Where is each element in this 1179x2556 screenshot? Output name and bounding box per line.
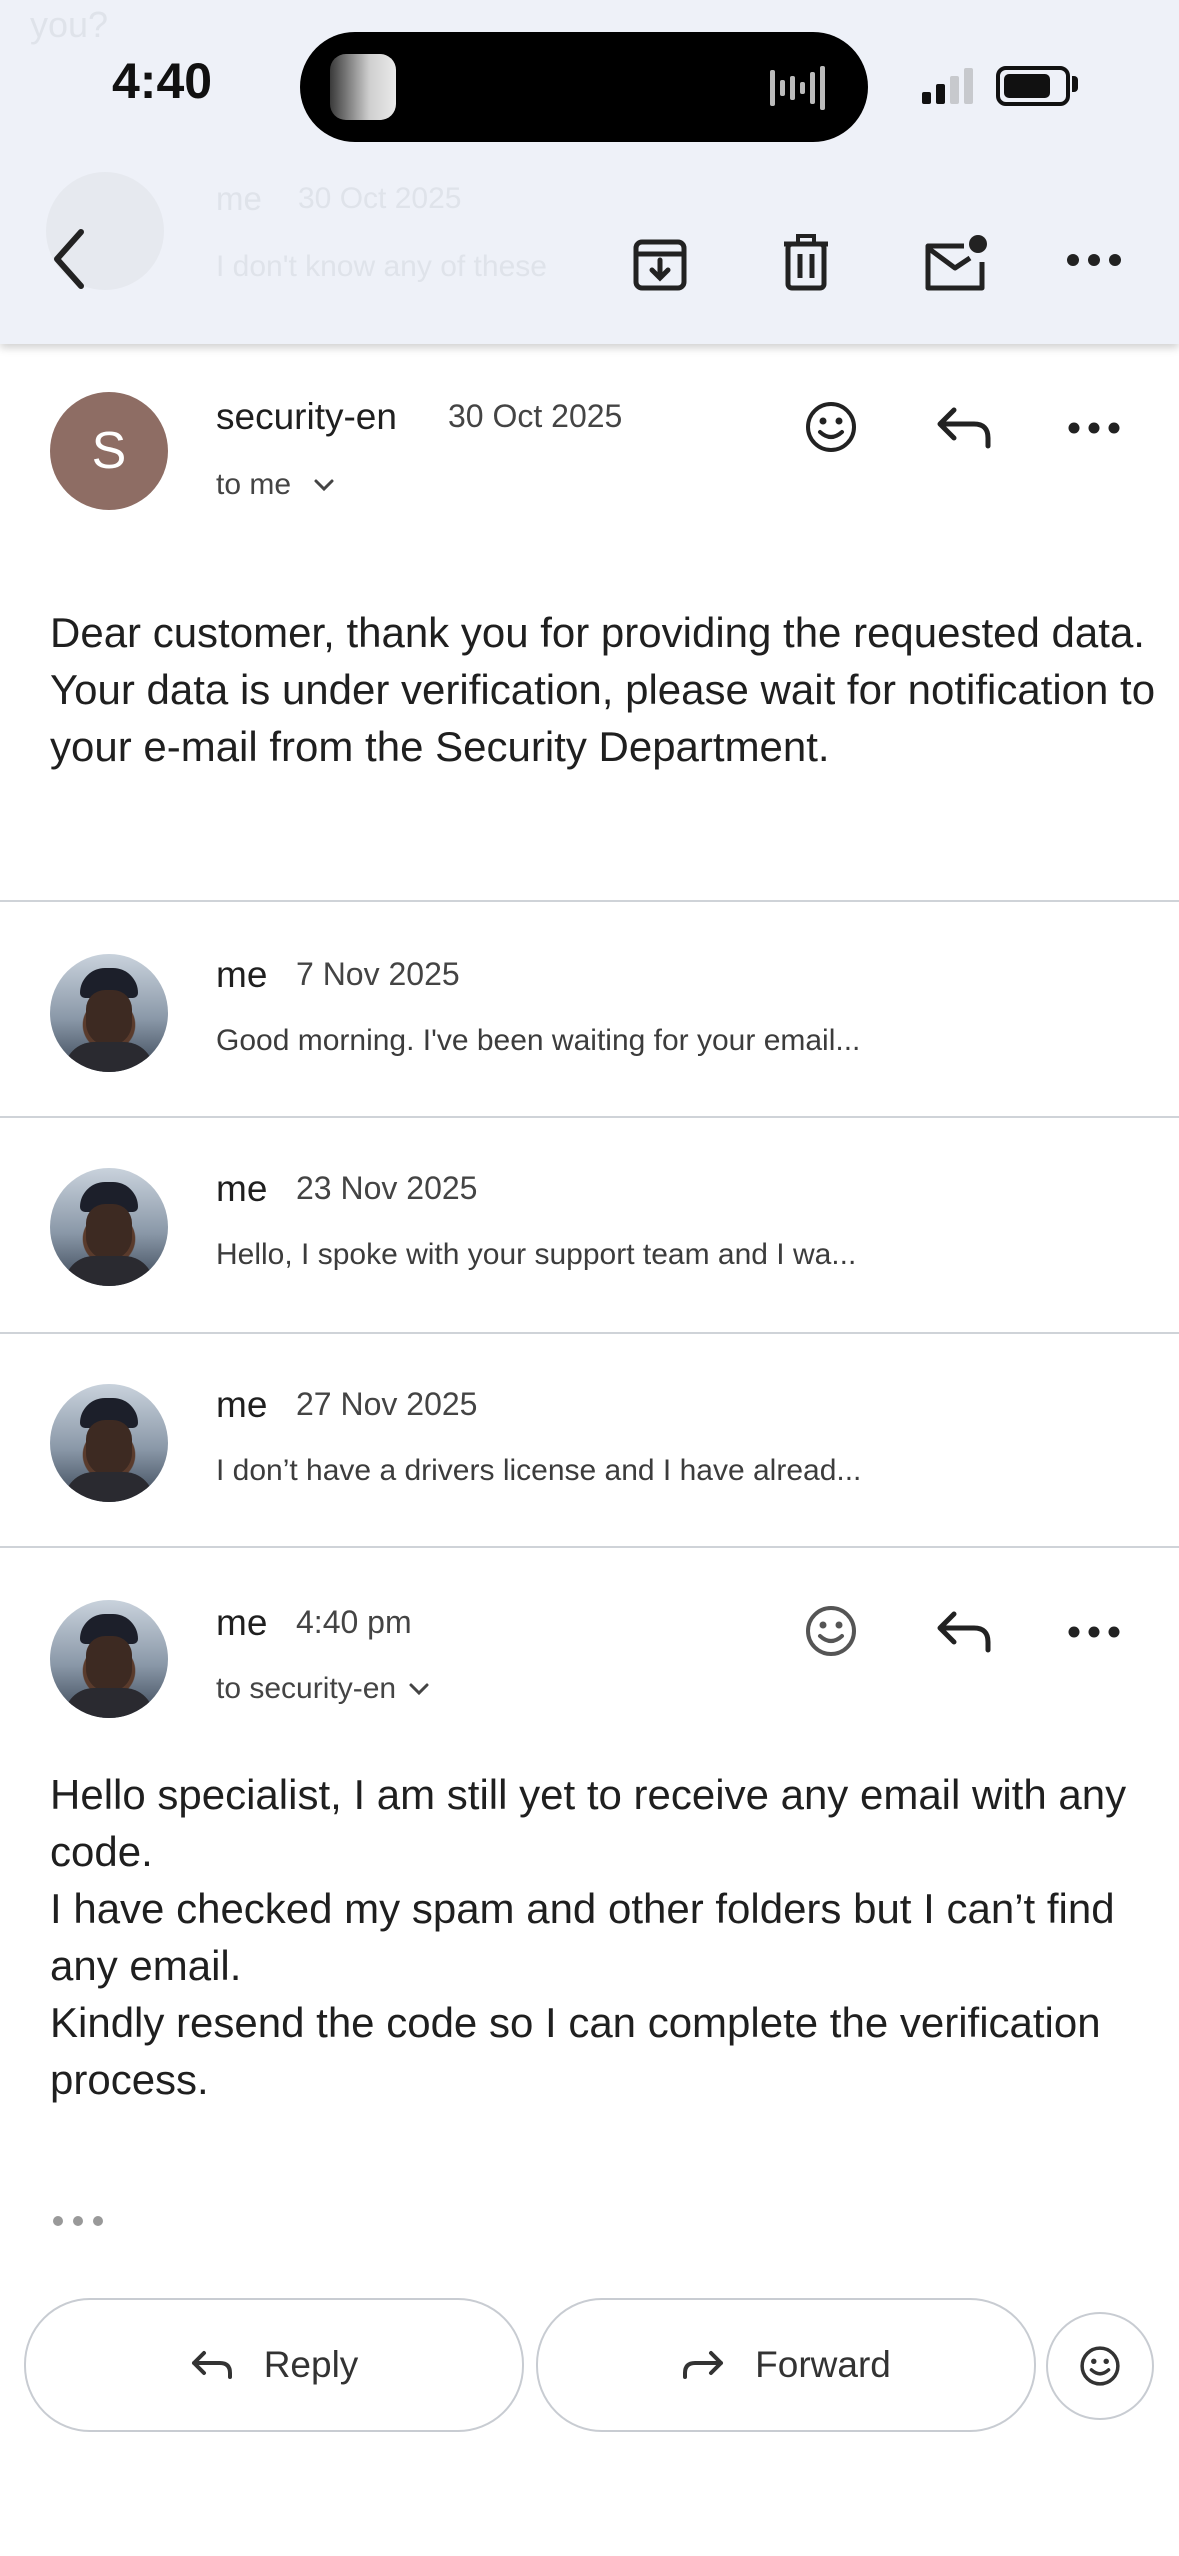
- sender-avatar: S: [50, 392, 168, 510]
- collapsed-message-row[interactable]: me 23 Nov 2025 Hello, I spoke with your …: [0, 1118, 1179, 1332]
- top-app-bar: you? me 30 Oct 2025 I don't know any of …: [0, 0, 1179, 344]
- message-sender: me: [216, 1602, 268, 1643]
- message-more-icon[interactable]: [1054, 398, 1134, 458]
- add-reaction-icon[interactable]: [796, 392, 866, 462]
- reply-arrow-icon: [191, 2351, 232, 2379]
- more-icon[interactable]: [1054, 230, 1134, 290]
- message-snippet: I don’t have a drivers license and I hav…: [216, 1454, 862, 1487]
- forward-button[interactable]: Forward: [536, 2298, 1036, 2432]
- now-playing-artwork: [330, 54, 396, 120]
- message-body-line: I have checked my spam and other folders…: [50, 1885, 1115, 1989]
- mark-unread-icon[interactable]: [910, 220, 1000, 310]
- message-sender: me: [216, 1168, 268, 1209]
- add-reaction-icon[interactable]: [796, 1596, 866, 1666]
- message-sender: security-en: [216, 396, 397, 437]
- cellular-signal-icon: [922, 68, 973, 104]
- background-preview-snippet: I don't know any of these: [216, 250, 547, 283]
- avatar: [50, 1600, 168, 1718]
- audio-waveform-icon: [770, 66, 825, 110]
- emoji-icon: [1080, 2346, 1120, 2386]
- reply-button-label: Reply: [263, 2344, 359, 2385]
- background-preview-date: 30 Oct 2025: [298, 182, 462, 215]
- avatar: [50, 954, 168, 1072]
- message-date: 7 Nov 2025: [296, 956, 460, 992]
- message-sender: me: [216, 954, 268, 995]
- background-preview-sender: me: [216, 180, 262, 217]
- back-arrow-icon[interactable]: [24, 214, 114, 304]
- background-preview-text: you?: [30, 4, 109, 45]
- avatar: [50, 1168, 168, 1286]
- chevron-down-icon: [409, 1683, 429, 1696]
- message-date: 4:40 pm: [296, 1604, 412, 1640]
- message-date: 27 Nov 2025: [296, 1386, 478, 1422]
- message-date: 23 Nov 2025: [296, 1170, 478, 1206]
- archive-icon[interactable]: [620, 224, 700, 304]
- trash-icon[interactable]: [766, 224, 846, 304]
- message-body-line: Hello specialist, I am still yet to rece…: [50, 1771, 1127, 1875]
- recipient-details-toggle[interactable]: to me: [216, 468, 335, 502]
- message-snippet: Hello, I spoke with your support team an…: [216, 1238, 857, 1271]
- avatar: [50, 1384, 168, 1502]
- reply-icon[interactable]: [924, 1596, 1004, 1666]
- recipient-label: to security-en: [216, 1672, 397, 1705]
- recipient-label: to me: [216, 468, 292, 501]
- dynamic-island: [300, 32, 868, 142]
- react-button[interactable]: [1046, 2312, 1154, 2420]
- recipient-details-toggle[interactable]: to security-en: [216, 1672, 430, 1706]
- message-body-line: Kindly resend the code so I can complete…: [50, 1999, 1101, 2103]
- reply-button[interactable]: Reply: [24, 2298, 524, 2432]
- message-sender: me: [216, 1384, 268, 1425]
- battery-tip: [1072, 76, 1078, 92]
- message-date: 30 Oct 2025: [448, 398, 623, 434]
- forward-arrow-icon: [683, 2351, 724, 2379]
- reply-icon[interactable]: [924, 392, 1004, 462]
- show-trimmed-content-icon[interactable]: [46, 2206, 110, 2236]
- collapsed-message-row[interactable]: me 27 Nov 2025 I don’t have a drivers li…: [0, 1334, 1179, 1546]
- message-body: Hello specialist, I am still yet to rece…: [50, 1766, 1160, 2108]
- message-body: Dear customer, thank you for providing t…: [50, 609, 1156, 770]
- divider: [0, 1546, 1179, 1548]
- battery-icon: [996, 66, 1070, 106]
- collapsed-message-row[interactable]: me 7 Nov 2025 Good morning. I've been wa…: [0, 902, 1179, 1116]
- forward-button-label: Forward: [755, 2344, 891, 2385]
- message-snippet: Good morning. I've been waiting for your…: [216, 1024, 861, 1057]
- status-time: 4:40: [112, 53, 213, 109]
- message-more-icon[interactable]: [1054, 1602, 1134, 1662]
- chevron-down-icon: [314, 479, 334, 492]
